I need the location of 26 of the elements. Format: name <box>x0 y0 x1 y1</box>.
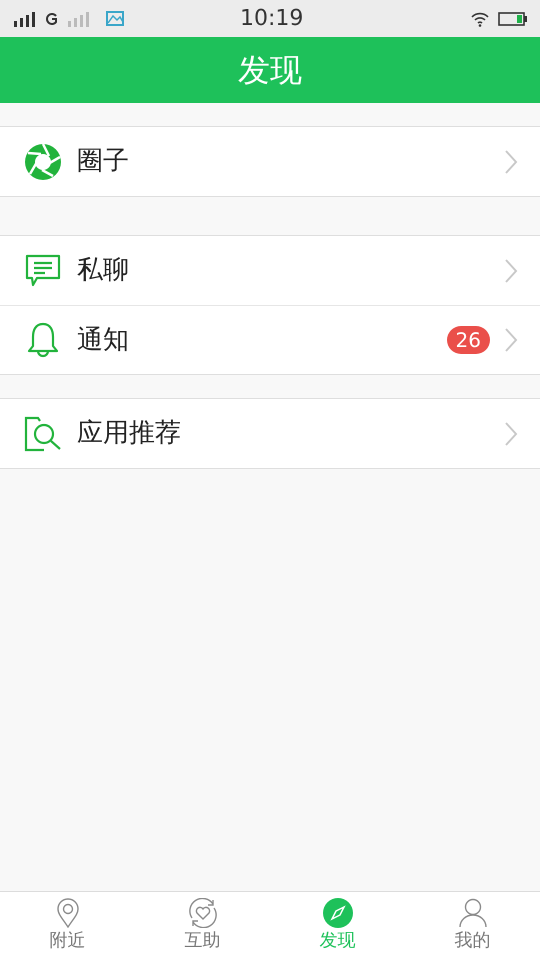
document-search-icon <box>24 416 62 452</box>
chevron-right-icon <box>504 327 518 353</box>
bell-icon <box>26 322 60 358</box>
battery-icon <box>498 12 528 26</box>
chevron-right-icon <box>504 258 518 284</box>
compass-icon <box>322 898 352 928</box>
image-icon <box>104 10 126 28</box>
tab[interactable]: 附近 <box>0 892 135 960</box>
clock: 10:19 <box>240 8 304 30</box>
item-label: 圈子 <box>77 145 129 178</box>
count-badge: 26 <box>446 326 490 354</box>
location-pin-icon <box>56 898 80 928</box>
chat-icon <box>25 254 61 288</box>
item-label: 私聊 <box>77 254 129 287</box>
item-label: 通知 <box>77 324 129 356</box>
chevron-right-icon <box>504 420 518 446</box>
network-icon <box>46 12 58 24</box>
tab[interactable]: 互助 <box>135 892 270 960</box>
aperture-icon <box>24 142 62 180</box>
heart-cycle-icon <box>186 898 218 928</box>
tab[interactable]: 我的 <box>405 892 540 960</box>
person-icon <box>458 898 488 928</box>
wifi-icon <box>470 10 490 26</box>
item-label: 应用推荐 <box>77 417 181 450</box>
chevron-right-icon <box>504 148 518 174</box>
page-title: 发现 <box>238 50 302 91</box>
